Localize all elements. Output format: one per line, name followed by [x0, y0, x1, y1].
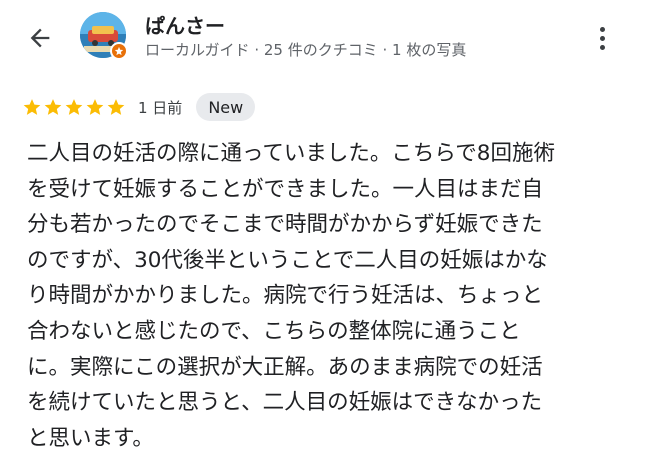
star-icon	[65, 99, 83, 115]
back-button[interactable]	[22, 20, 58, 56]
reviewer-name[interactable]: ぱんさー	[145, 10, 225, 39]
review-text: 二人目の妊活の際に通っていました。こちらで8回施術 を受けて妊娠することができま…	[27, 136, 617, 456]
review-line: 分も若かったのでそこまで時間がかからず妊娠できた	[27, 212, 543, 238]
star-icon	[23, 99, 41, 115]
review-line: 二人目の妊活の際に通っていました。こちらで8回施術	[27, 141, 555, 166]
review-line: に。実際にこの選択が大正解。あのまま病院での妊活	[27, 354, 543, 380]
star-icon	[107, 99, 125, 115]
star-icon	[86, 99, 104, 115]
review-header: ぱんさー ローカルガイド · 25 件のクチコミ · 1 枚の写真	[0, 0, 645, 80]
more-options-button[interactable]	[590, 20, 614, 56]
arrow-back-icon	[30, 28, 50, 48]
rating-row: 1 日前 New	[22, 92, 256, 122]
review-time: 1 日前	[138, 98, 183, 117]
review-line: 合わないと感じたので、こちらの整体院に通うこと	[27, 318, 521, 344]
new-badge: New	[196, 93, 256, 121]
review-line: と思います。	[27, 425, 154, 451]
star-icon	[44, 99, 62, 115]
review-line: り時間がかかりました。病院で行う妊活は、ちょっと	[27, 283, 544, 309]
local-guide-star-icon	[110, 42, 128, 60]
more-vert-icon	[599, 26, 605, 32]
star-rating	[22, 97, 126, 117]
review-line: のですが、30代後半ということで二人目の妊娠はかな	[27, 247, 548, 273]
reviewer-meta: ローカルガイド · 25 件のクチコミ · 1 枚の写真	[145, 41, 467, 59]
review-line: を受けて妊娠することができました。一人目はまだ自	[27, 176, 544, 202]
review-line: を続けていたと思うと、二人目の妊娠はできなかった	[27, 390, 543, 416]
